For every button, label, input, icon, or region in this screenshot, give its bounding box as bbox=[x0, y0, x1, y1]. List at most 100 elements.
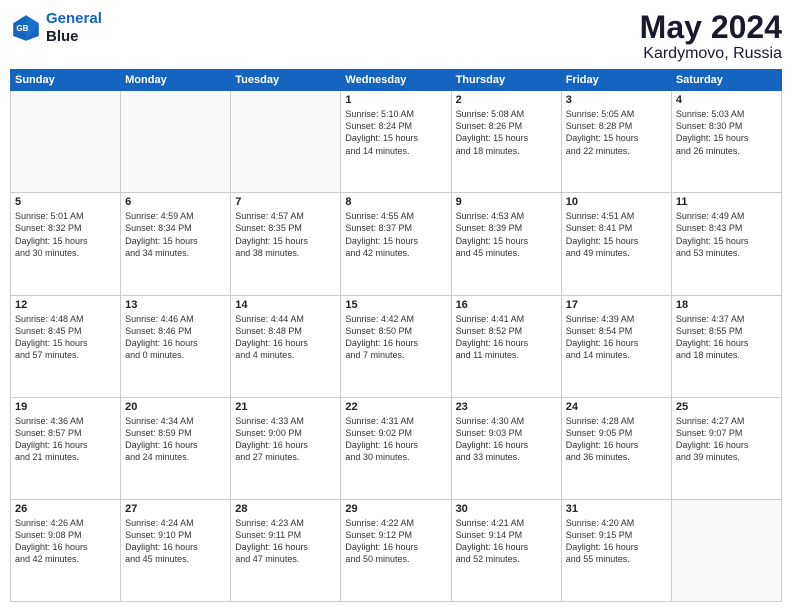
table-row: 22 Sunrise: 4:31 AM Sunset: 9:02 PM Dayli… bbox=[341, 397, 451, 499]
location: Kardymovo, Russia bbox=[640, 45, 782, 63]
day-number: 15 bbox=[345, 299, 446, 311]
day-number: 2 bbox=[456, 94, 557, 106]
table-row: 18 Sunrise: 4:37 AM Sunset: 8:55 PM Dayli… bbox=[671, 295, 781, 397]
day-number: 21 bbox=[235, 401, 336, 413]
day-info: Sunrise: 4:53 AM Sunset: 8:39 PM Dayligh… bbox=[456, 210, 557, 259]
table-row: 30 Sunrise: 4:21 AM Sunset: 9:14 PM Dayli… bbox=[451, 499, 561, 601]
col-thursday: Thursday bbox=[451, 70, 561, 91]
col-tuesday: Tuesday bbox=[231, 70, 341, 91]
table-row: 8 Sunrise: 4:55 AM Sunset: 8:37 PM Daylig… bbox=[341, 193, 451, 295]
table-row: 25Sunrise: 4:27 AM Sunset: 9:07 PM Dayli… bbox=[671, 397, 781, 499]
day-info: Sunrise: 5:03 AM Sunset: 8:30 PM Dayligh… bbox=[676, 108, 777, 157]
logo: GB General Blue bbox=[10, 10, 102, 46]
calendar-header-row: Sunday Monday Tuesday Wednesday Thursday… bbox=[11, 70, 782, 91]
table-row: 4 Sunrise: 5:03 AM Sunset: 8:30 PM Daylig… bbox=[671, 91, 781, 193]
table-row: 29 Sunrise: 4:22 AM Sunset: 9:12 PM Dayli… bbox=[341, 499, 451, 601]
logo-text: General Blue bbox=[46, 10, 102, 46]
day-info: Sunrise: 4:23 AM Sunset: 9:11 PM Dayligh… bbox=[235, 517, 336, 566]
table-row: 27 Sunrise: 4:24 AM Sunset: 9:10 PM Dayli… bbox=[121, 499, 231, 601]
table-row: 26 Sunrise: 4:26 AM Sunset: 9:08 PM Dayli… bbox=[11, 499, 121, 601]
table-row: 24Sunrise: 4:28 AM Sunset: 9:05 PM Dayli… bbox=[561, 397, 671, 499]
table-row: 10Sunrise: 4:51 AM Sunset: 8:41 PM Dayli… bbox=[561, 193, 671, 295]
day-info: Sunrise: 4:41 AM Sunset: 8:52 PM Dayligh… bbox=[456, 313, 557, 362]
table-row: 15 Sunrise: 4:42 AM Sunset: 8:50 PM Dayli… bbox=[341, 295, 451, 397]
calendar-week-row: 26 Sunrise: 4:26 AM Sunset: 9:08 PM Dayli… bbox=[11, 499, 782, 601]
day-number: 31 bbox=[566, 503, 667, 515]
calendar-week-row: 1Sunrise: 5:10 AM Sunset: 8:24 PM Daylig… bbox=[11, 91, 782, 193]
table-row: 13 Sunrise: 4:46 AM Sunset: 8:46 PM Dayli… bbox=[121, 295, 231, 397]
day-number: 8 bbox=[345, 196, 446, 208]
day-info: Sunrise: 4:42 AM Sunset: 8:50 PM Dayligh… bbox=[345, 313, 446, 362]
calendar-week-row: 19 Sunrise: 4:36 AM Sunset: 8:57 PM Dayli… bbox=[11, 397, 782, 499]
day-info: Sunrise: 4:55 AM Sunset: 8:37 PM Dayligh… bbox=[345, 210, 446, 259]
day-info: Sunrise: 4:49 AM Sunset: 8:43 PM Dayligh… bbox=[676, 210, 777, 259]
day-info: Sunrise: 4:46 AM Sunset: 8:46 PM Dayligh… bbox=[125, 313, 226, 362]
day-number: 29 bbox=[345, 503, 446, 515]
table-row: 19 Sunrise: 4:36 AM Sunset: 8:57 PM Dayli… bbox=[11, 397, 121, 499]
calendar-week-row: 5Sunrise: 5:01 AM Sunset: 8:32 PM Daylig… bbox=[11, 193, 782, 295]
day-number: 7 bbox=[235, 196, 336, 208]
table-row: 7Sunrise: 4:57 AM Sunset: 8:35 PM Daylig… bbox=[231, 193, 341, 295]
day-number: 22 bbox=[345, 401, 446, 413]
day-number: 23 bbox=[456, 401, 557, 413]
day-number: 24 bbox=[566, 401, 667, 413]
day-number: 18 bbox=[676, 299, 777, 311]
table-row bbox=[11, 91, 121, 193]
table-row bbox=[121, 91, 231, 193]
table-row: 17 Sunrise: 4:39 AM Sunset: 8:54 PM Dayli… bbox=[561, 295, 671, 397]
calendar-week-row: 12 Sunrise: 4:48 AM Sunset: 8:45 PM Dayli… bbox=[11, 295, 782, 397]
day-info: Sunrise: 4:31 AM Sunset: 9:02 PM Dayligh… bbox=[345, 415, 446, 464]
table-row: 12 Sunrise: 4:48 AM Sunset: 8:45 PM Dayli… bbox=[11, 295, 121, 397]
day-number: 4 bbox=[676, 94, 777, 106]
day-info: Sunrise: 4:24 AM Sunset: 9:10 PM Dayligh… bbox=[125, 517, 226, 566]
col-friday: Friday bbox=[561, 70, 671, 91]
table-row: 1Sunrise: 5:10 AM Sunset: 8:24 PM Daylig… bbox=[341, 91, 451, 193]
day-number: 11 bbox=[676, 196, 777, 208]
day-number: 10 bbox=[566, 196, 667, 208]
table-row: 21Sunrise: 4:33 AM Sunset: 9:00 PM Dayli… bbox=[231, 397, 341, 499]
day-number: 5 bbox=[15, 196, 116, 208]
day-info: Sunrise: 4:20 AM Sunset: 9:15 PM Dayligh… bbox=[566, 517, 667, 566]
day-info: Sunrise: 4:26 AM Sunset: 9:08 PM Dayligh… bbox=[15, 517, 116, 566]
day-info: Sunrise: 5:10 AM Sunset: 8:24 PM Dayligh… bbox=[345, 108, 446, 157]
col-saturday: Saturday bbox=[671, 70, 781, 91]
day-info: Sunrise: 4:44 AM Sunset: 8:48 PM Dayligh… bbox=[235, 313, 336, 362]
day-info: Sunrise: 4:22 AM Sunset: 9:12 PM Dayligh… bbox=[345, 517, 446, 566]
table-row: 28Sunrise: 4:23 AM Sunset: 9:11 PM Dayli… bbox=[231, 499, 341, 601]
day-info: Sunrise: 5:05 AM Sunset: 8:28 PM Dayligh… bbox=[566, 108, 667, 157]
day-number: 20 bbox=[125, 401, 226, 413]
day-number: 25 bbox=[676, 401, 777, 413]
table-row: 6 Sunrise: 4:59 AM Sunset: 8:34 PM Daylig… bbox=[121, 193, 231, 295]
day-info: Sunrise: 4:39 AM Sunset: 8:54 PM Dayligh… bbox=[566, 313, 667, 362]
day-number: 12 bbox=[15, 299, 116, 311]
day-info: Sunrise: 5:08 AM Sunset: 8:26 PM Dayligh… bbox=[456, 108, 557, 157]
table-row: 16Sunrise: 4:41 AM Sunset: 8:52 PM Dayli… bbox=[451, 295, 561, 397]
day-number: 9 bbox=[456, 196, 557, 208]
day-number: 30 bbox=[456, 503, 557, 515]
day-number: 26 bbox=[15, 503, 116, 515]
day-number: 6 bbox=[125, 196, 226, 208]
table-row: 31 Sunrise: 4:20 AM Sunset: 9:15 PM Dayli… bbox=[561, 499, 671, 601]
day-number: 27 bbox=[125, 503, 226, 515]
table-row: 23 Sunrise: 4:30 AM Sunset: 9:03 PM Dayli… bbox=[451, 397, 561, 499]
day-number: 17 bbox=[566, 299, 667, 311]
day-info: Sunrise: 4:59 AM Sunset: 8:34 PM Dayligh… bbox=[125, 210, 226, 259]
table-row: 20 Sunrise: 4:34 AM Sunset: 8:59 PM Dayli… bbox=[121, 397, 231, 499]
col-wednesday: Wednesday bbox=[341, 70, 451, 91]
day-info: Sunrise: 4:34 AM Sunset: 8:59 PM Dayligh… bbox=[125, 415, 226, 464]
col-sunday: Sunday bbox=[11, 70, 121, 91]
logo-icon: GB bbox=[10, 12, 42, 44]
day-number: 14 bbox=[235, 299, 336, 311]
day-info: Sunrise: 4:37 AM Sunset: 8:55 PM Dayligh… bbox=[676, 313, 777, 362]
table-row: 3Sunrise: 5:05 AM Sunset: 8:28 PM Daylig… bbox=[561, 91, 671, 193]
day-info: Sunrise: 4:30 AM Sunset: 9:03 PM Dayligh… bbox=[456, 415, 557, 464]
day-info: Sunrise: 4:21 AM Sunset: 9:14 PM Dayligh… bbox=[456, 517, 557, 566]
table-row bbox=[671, 499, 781, 601]
day-number: 13 bbox=[125, 299, 226, 311]
table-row bbox=[231, 91, 341, 193]
title-block: May 2024 Kardymovo, Russia bbox=[640, 10, 782, 63]
day-number: 19 bbox=[15, 401, 116, 413]
day-info: Sunrise: 4:36 AM Sunset: 8:57 PM Dayligh… bbox=[15, 415, 116, 464]
day-info: Sunrise: 4:48 AM Sunset: 8:45 PM Dayligh… bbox=[15, 313, 116, 362]
header: GB General Blue May 2024 Kardymovo, Russ… bbox=[10, 10, 782, 63]
